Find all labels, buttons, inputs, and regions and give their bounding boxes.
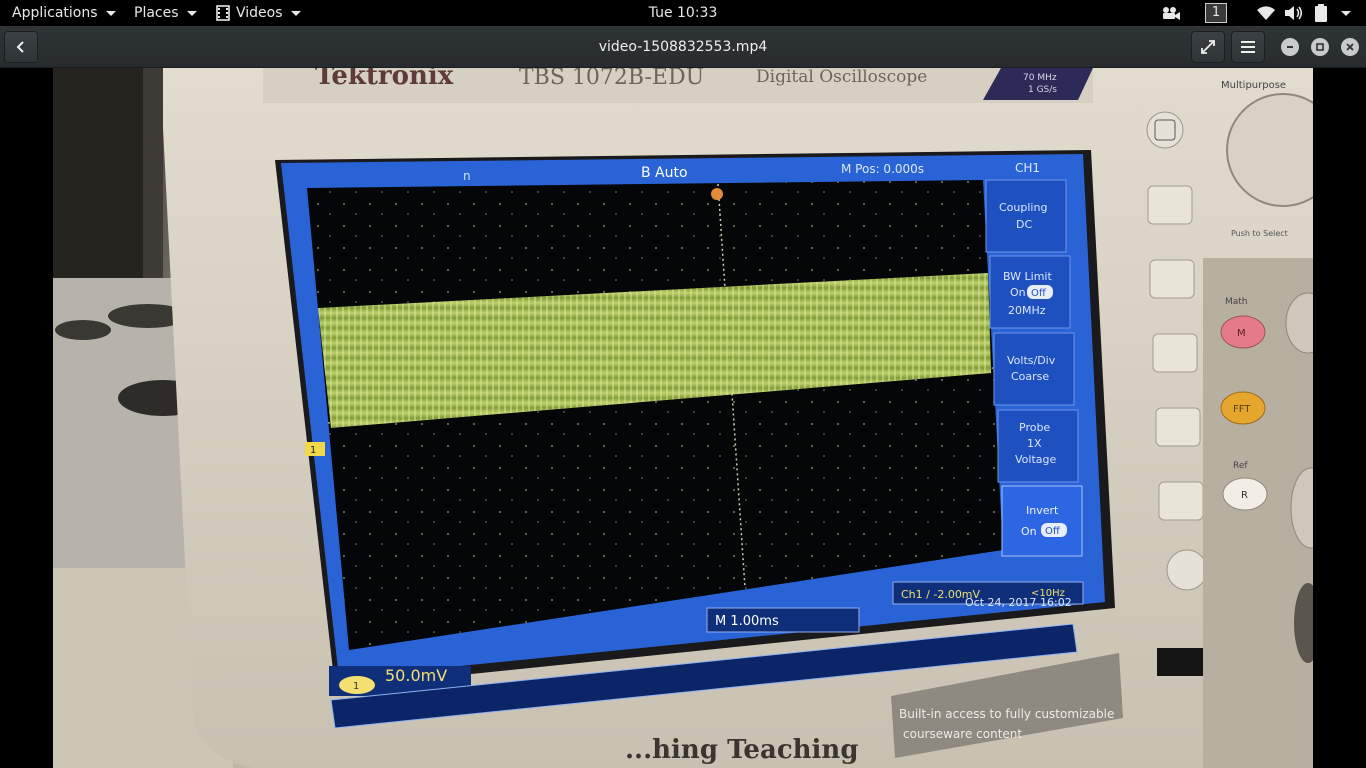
ch1-scale: 50.0mV [385, 666, 447, 685]
usb-port [1157, 648, 1205, 676]
menu-bwlimit-off: Off [1031, 288, 1047, 299]
fullscreen-icon [1201, 40, 1215, 54]
workspace-number: 1 [1205, 3, 1227, 23]
multipurpose-label: Multipurpose [1221, 80, 1286, 91]
push-to-select-label: Push to Select [1231, 229, 1288, 238]
product-text: Digital Oscilloscope [756, 68, 927, 87]
chevron-left-icon [16, 41, 24, 53]
softkey-5 [1158, 481, 1204, 521]
maximize-button[interactable] [1311, 38, 1329, 56]
battery-indicator[interactable] [1314, 0, 1328, 26]
equipment-socket [55, 320, 111, 340]
math-label: Math [1225, 297, 1248, 307]
top-marker: n [463, 169, 471, 183]
hamburger-icon [1241, 41, 1255, 53]
softkey-4 [1155, 407, 1201, 447]
camera-icon [1163, 7, 1180, 20]
timebase: M 1.00ms [715, 614, 779, 629]
video-frame[interactable]: Tektronix TBS 1072B-EDU Digital Oscillos… [53, 68, 1313, 768]
minimize-button[interactable] [1281, 38, 1299, 56]
film-icon [216, 5, 230, 21]
brand-text: Tektronix [315, 68, 454, 91]
menu-bwlimit-line1: BW Limit [1003, 270, 1052, 283]
header-bar: video-1508832553.mp4 [0, 26, 1366, 68]
ref-button-text: R [1241, 490, 1248, 501]
background-dark [53, 68, 143, 278]
back-button[interactable] [4, 31, 38, 63]
softkey-2 [1149, 259, 1195, 299]
camera-indicator[interactable] [1161, 0, 1181, 26]
math-button-text: M [1237, 328, 1246, 339]
menu-coupling-line2: DC [1016, 218, 1032, 231]
menu-bwlimit-line2: On [1010, 286, 1026, 299]
badge-line2: 1 GS/s [1028, 85, 1057, 95]
menu-item-bwlimit: BW Limit On Off 20MHz [989, 255, 1071, 329]
wifi-icon [1257, 6, 1275, 20]
menu-item-probe: Probe 1X Voltage [997, 409, 1079, 483]
menu-invert-off: Off [1045, 526, 1061, 537]
fullscreen-button[interactable] [1191, 31, 1225, 63]
places-menu[interactable]: Places [134, 0, 197, 26]
info-line2: courseware content [903, 727, 1022, 741]
trigger-mode: B Auto [641, 165, 688, 181]
menu-coupling-line1: Coupling [999, 201, 1047, 214]
top-bar: Applications Places Videos Tue 10:33 1 [0, 0, 1366, 26]
minimize-icon [1287, 46, 1293, 48]
video-area[interactable]: Tektronix TBS 1072B-EDU Digital Oscillos… [0, 68, 1366, 768]
fft-button-text: FFT [1233, 404, 1251, 415]
close-icon [1346, 43, 1354, 51]
trigger-position-marker [711, 188, 723, 200]
menu-item-coupling: Coupling DC [985, 179, 1067, 253]
ch1-label: 1 [353, 681, 359, 692]
tagline: ...hing Teaching [625, 735, 859, 765]
volume-icon [1285, 6, 1303, 20]
applications-label: Applications [12, 5, 98, 21]
menu-voltsdiv-line1: Volts/Div [1007, 354, 1056, 367]
clock[interactable]: Tue 10:33 [649, 5, 718, 21]
close-button[interactable] [1341, 38, 1359, 56]
videos-app-menu[interactable]: Videos [216, 0, 301, 26]
menu-invert-line1: Invert [1026, 504, 1059, 517]
battery-icon [1315, 4, 1327, 22]
chevron-down-icon [1341, 10, 1351, 16]
menu-probe-line3: Voltage [1015, 453, 1056, 466]
menu-title: CH1 [1015, 161, 1040, 175]
softkey-1 [1147, 185, 1193, 225]
info-line1: Built-in access to fully customizable [899, 707, 1114, 721]
menu-item-voltsdiv: Volts/Div Coarse [993, 332, 1075, 406]
workspace-indicator[interactable]: 1 [1205, 0, 1227, 26]
chevron-down-icon [105, 10, 116, 16]
model-text: TBS 1072B-EDU [519, 68, 704, 90]
ch1-marker-text: 1 [310, 445, 316, 456]
ref-label: Ref [1233, 461, 1248, 471]
window-title: video-1508832553.mp4 [598, 39, 768, 55]
chevron-down-icon [290, 10, 301, 16]
applications-menu[interactable]: Applications [12, 0, 116, 26]
network-indicator[interactable] [1256, 0, 1276, 26]
maximize-icon [1316, 43, 1324, 51]
position-readout: M Pos: 0.000s [841, 162, 924, 176]
softkey-3 [1152, 333, 1198, 373]
videos-label: Videos [236, 5, 283, 21]
menu-bwlimit-line3: 20MHz [1008, 304, 1046, 317]
volume-indicator[interactable] [1284, 0, 1304, 26]
oscilloscope-scene: Tektronix TBS 1072B-EDU Digital Oscillos… [53, 68, 1313, 768]
menu-probe-line1: Probe [1019, 421, 1050, 434]
softkey-6 [1166, 549, 1208, 591]
system-menu[interactable] [1339, 0, 1351, 26]
chevron-down-icon [186, 10, 197, 16]
menu-probe-line2: 1X [1027, 437, 1042, 450]
menu-item-invert: Invert On Off [1001, 485, 1083, 557]
menu-invert-line2: On [1021, 525, 1037, 538]
menu-button[interactable] [1231, 31, 1265, 63]
places-label: Places [134, 5, 179, 21]
datetime: Oct 24, 2017 16:02 [965, 596, 1072, 609]
badge-line1: 70 MHz [1023, 73, 1057, 83]
menu-voltsdiv-line2: Coarse [1011, 370, 1049, 383]
